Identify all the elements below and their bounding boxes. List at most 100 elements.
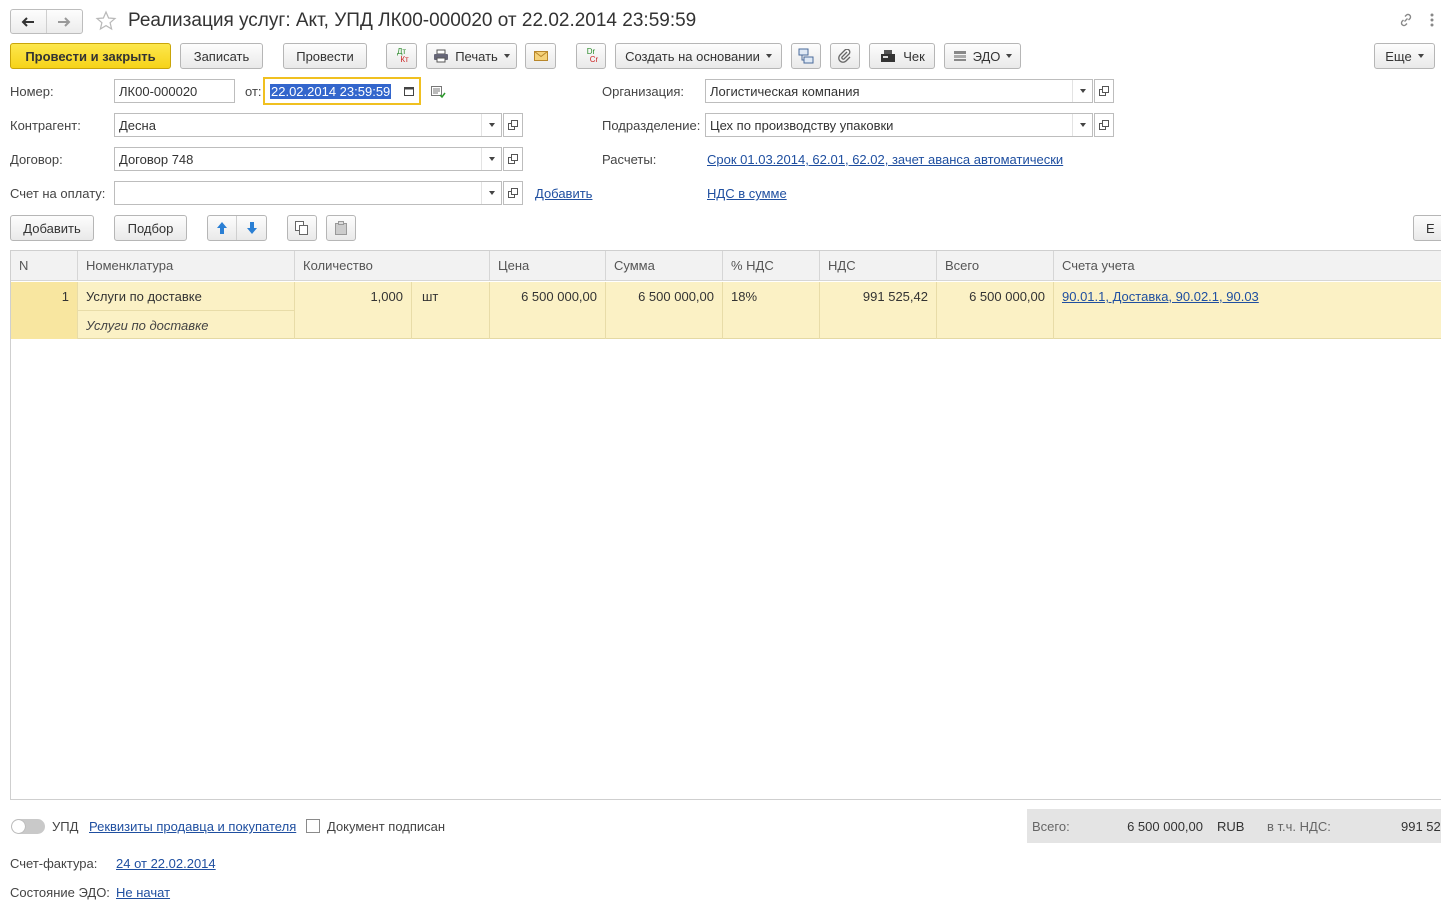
edo-state-link[interactable]: Не начат [116, 885, 170, 900]
more-button[interactable]: Еще [1374, 43, 1435, 69]
column-header-total[interactable]: Всего [937, 251, 1054, 281]
open-icon [508, 120, 518, 130]
cell-accounts[interactable]: 90.01.1, Доставка, 90.02.1, 90.03 [1054, 282, 1441, 339]
chevron-down-icon[interactable] [481, 148, 501, 170]
post-label: Провести [296, 48, 354, 64]
table-pick-button[interactable]: Подбор [114, 215, 187, 241]
upd-toggle[interactable] [11, 819, 45, 834]
history-icon[interactable] [431, 86, 446, 99]
requisites-link[interactable]: Реквизиты продавца и покупателя [89, 819, 296, 834]
cell-vat[interactable]: 991 525,42 [820, 282, 937, 339]
table-row[interactable]: 1 Услуги по доставке Услуги по доставке … [11, 282, 1441, 339]
back-button[interactable] [11, 10, 47, 33]
number-value: ЛК00-000020 [119, 83, 198, 99]
column-header-n[interactable]: N [11, 251, 78, 281]
sf-link[interactable]: 24 от 22.02.2014 [116, 856, 216, 871]
date-field[interactable]: 22.02.2014 23:59:59 [263, 77, 421, 105]
printer-icon [434, 49, 449, 63]
table-add-label: Добавить [23, 220, 81, 236]
print-button[interactable]: Печать [426, 43, 517, 69]
edo-button[interactable]: ЭДО [944, 43, 1021, 69]
vat-link[interactable]: НДС в сумме [707, 186, 787, 201]
move-down-button[interactable] [237, 216, 266, 240]
chevron-down-icon[interactable] [1072, 80, 1092, 102]
settlements-link[interactable]: Срок 01.03.2014, 62.01, 62.02, зачет ава… [707, 152, 1063, 167]
calendar-icon[interactable] [399, 79, 419, 103]
cell-item[interactable]: Услуги по доставке Услуги по доставке [78, 282, 295, 339]
division-value: Цех по производству упаковки [710, 117, 894, 133]
open-contract-button[interactable] [503, 147, 523, 171]
post-and-close-button[interactable]: Провести и закрыть [10, 43, 171, 69]
sf-label: Счет-фактура: [10, 856, 98, 871]
paste-row-button[interactable] [326, 215, 356, 241]
post-button[interactable]: Провести [283, 43, 367, 69]
date-label: от: [245, 84, 262, 99]
open-division-button[interactable] [1094, 113, 1114, 137]
chevron-down-icon [1006, 54, 1013, 58]
cell-n: 1 [11, 282, 78, 339]
organization-field[interactable]: Логистическая компания [705, 79, 1093, 103]
dr-cr-icon-bottom: Cr [589, 55, 599, 64]
receipt-label: Чек [903, 48, 925, 64]
favorite-star-icon[interactable] [95, 10, 117, 32]
dt-kt-button[interactable]: Дт Кт [386, 43, 417, 69]
table-more-button[interactable]: Е [1413, 215, 1441, 241]
column-header-accounts[interactable]: Счета учета [1054, 251, 1441, 281]
arrow-down-icon [246, 222, 257, 234]
edo-label: ЭДО [972, 48, 1001, 64]
invoice-add-link[interactable]: Добавить [535, 186, 592, 201]
create-based-on-button[interactable]: Создать на основании [615, 43, 782, 69]
open-organization-button[interactable] [1094, 79, 1114, 103]
column-header-vat[interactable]: НДС [820, 251, 937, 281]
dt-kt-icon-bottom: Кт [400, 55, 409, 64]
chevron-down-icon[interactable] [481, 114, 501, 136]
forward-button[interactable] [47, 10, 83, 33]
copy-row-button[interactable] [287, 215, 317, 241]
structure-button[interactable] [791, 43, 821, 69]
edo-icon [953, 51, 966, 61]
number-field[interactable]: ЛК00-000020 [114, 79, 235, 103]
counterparty-field[interactable]: Десна [114, 113, 502, 137]
date-value: 22.02.2014 23:59:59 [270, 83, 392, 99]
signed-label: Документ подписан [327, 819, 446, 834]
more-label: Еще [1385, 48, 1412, 64]
open-icon [508, 188, 518, 198]
move-up-button[interactable] [208, 216, 237, 240]
goods-table: N Номенклатура Количество Цена Сумма % Н… [10, 250, 1441, 800]
open-icon [508, 154, 518, 164]
division-field[interactable]: Цех по производству упаковки [705, 113, 1093, 137]
column-header-qty[interactable]: Количество [295, 251, 490, 281]
menu-dots-icon[interactable] [1430, 12, 1434, 28]
cell-total[interactable]: 6 500 000,00 [937, 282, 1054, 339]
cell-unit[interactable]: шт [412, 282, 490, 339]
accounts-link[interactable]: 90.01.1, Доставка, 90.02.1, 90.03 [1062, 289, 1259, 304]
table-header: N Номенклатура Количество Цена Сумма % Н… [11, 251, 1441, 281]
column-header-item[interactable]: Номенклатура [78, 251, 295, 281]
attach-button[interactable] [830, 43, 860, 69]
email-button[interactable] [525, 43, 556, 69]
chevron-down-icon[interactable] [481, 182, 501, 204]
save-button[interactable]: Записать [180, 43, 263, 69]
cell-qty[interactable]: 1,000 [295, 282, 412, 339]
invoice-field[interactable] [114, 181, 502, 205]
contract-field[interactable]: Договор 748 [114, 147, 502, 171]
cell-vat-rate[interactable]: 18% [723, 282, 820, 339]
currency-label: RUB [1217, 819, 1245, 834]
contract-label: Договор: [10, 152, 63, 167]
link-icon[interactable] [1398, 12, 1414, 28]
open-invoice-button[interactable] [503, 181, 523, 205]
chevron-down-icon[interactable] [1072, 114, 1092, 136]
column-header-price[interactable]: Цена [490, 251, 606, 281]
signed-checkbox[interactable] [306, 819, 320, 833]
cell-price[interactable]: 6 500 000,00 [490, 282, 606, 339]
table-add-button[interactable]: Добавить [10, 215, 94, 241]
column-header-sum[interactable]: Сумма [606, 251, 723, 281]
open-counterparty-button[interactable] [503, 113, 523, 137]
total-label: Всего: [1032, 819, 1070, 834]
total-value: 6 500 000,00 [1127, 819, 1203, 834]
receipt-button[interactable]: Чек [869, 43, 935, 69]
cell-sum[interactable]: 6 500 000,00 [606, 282, 723, 339]
paste-icon [335, 221, 347, 235]
column-header-vat-rate[interactable]: % НДС [723, 251, 820, 281]
dr-cr-button[interactable]: Dr Cr [576, 43, 606, 69]
